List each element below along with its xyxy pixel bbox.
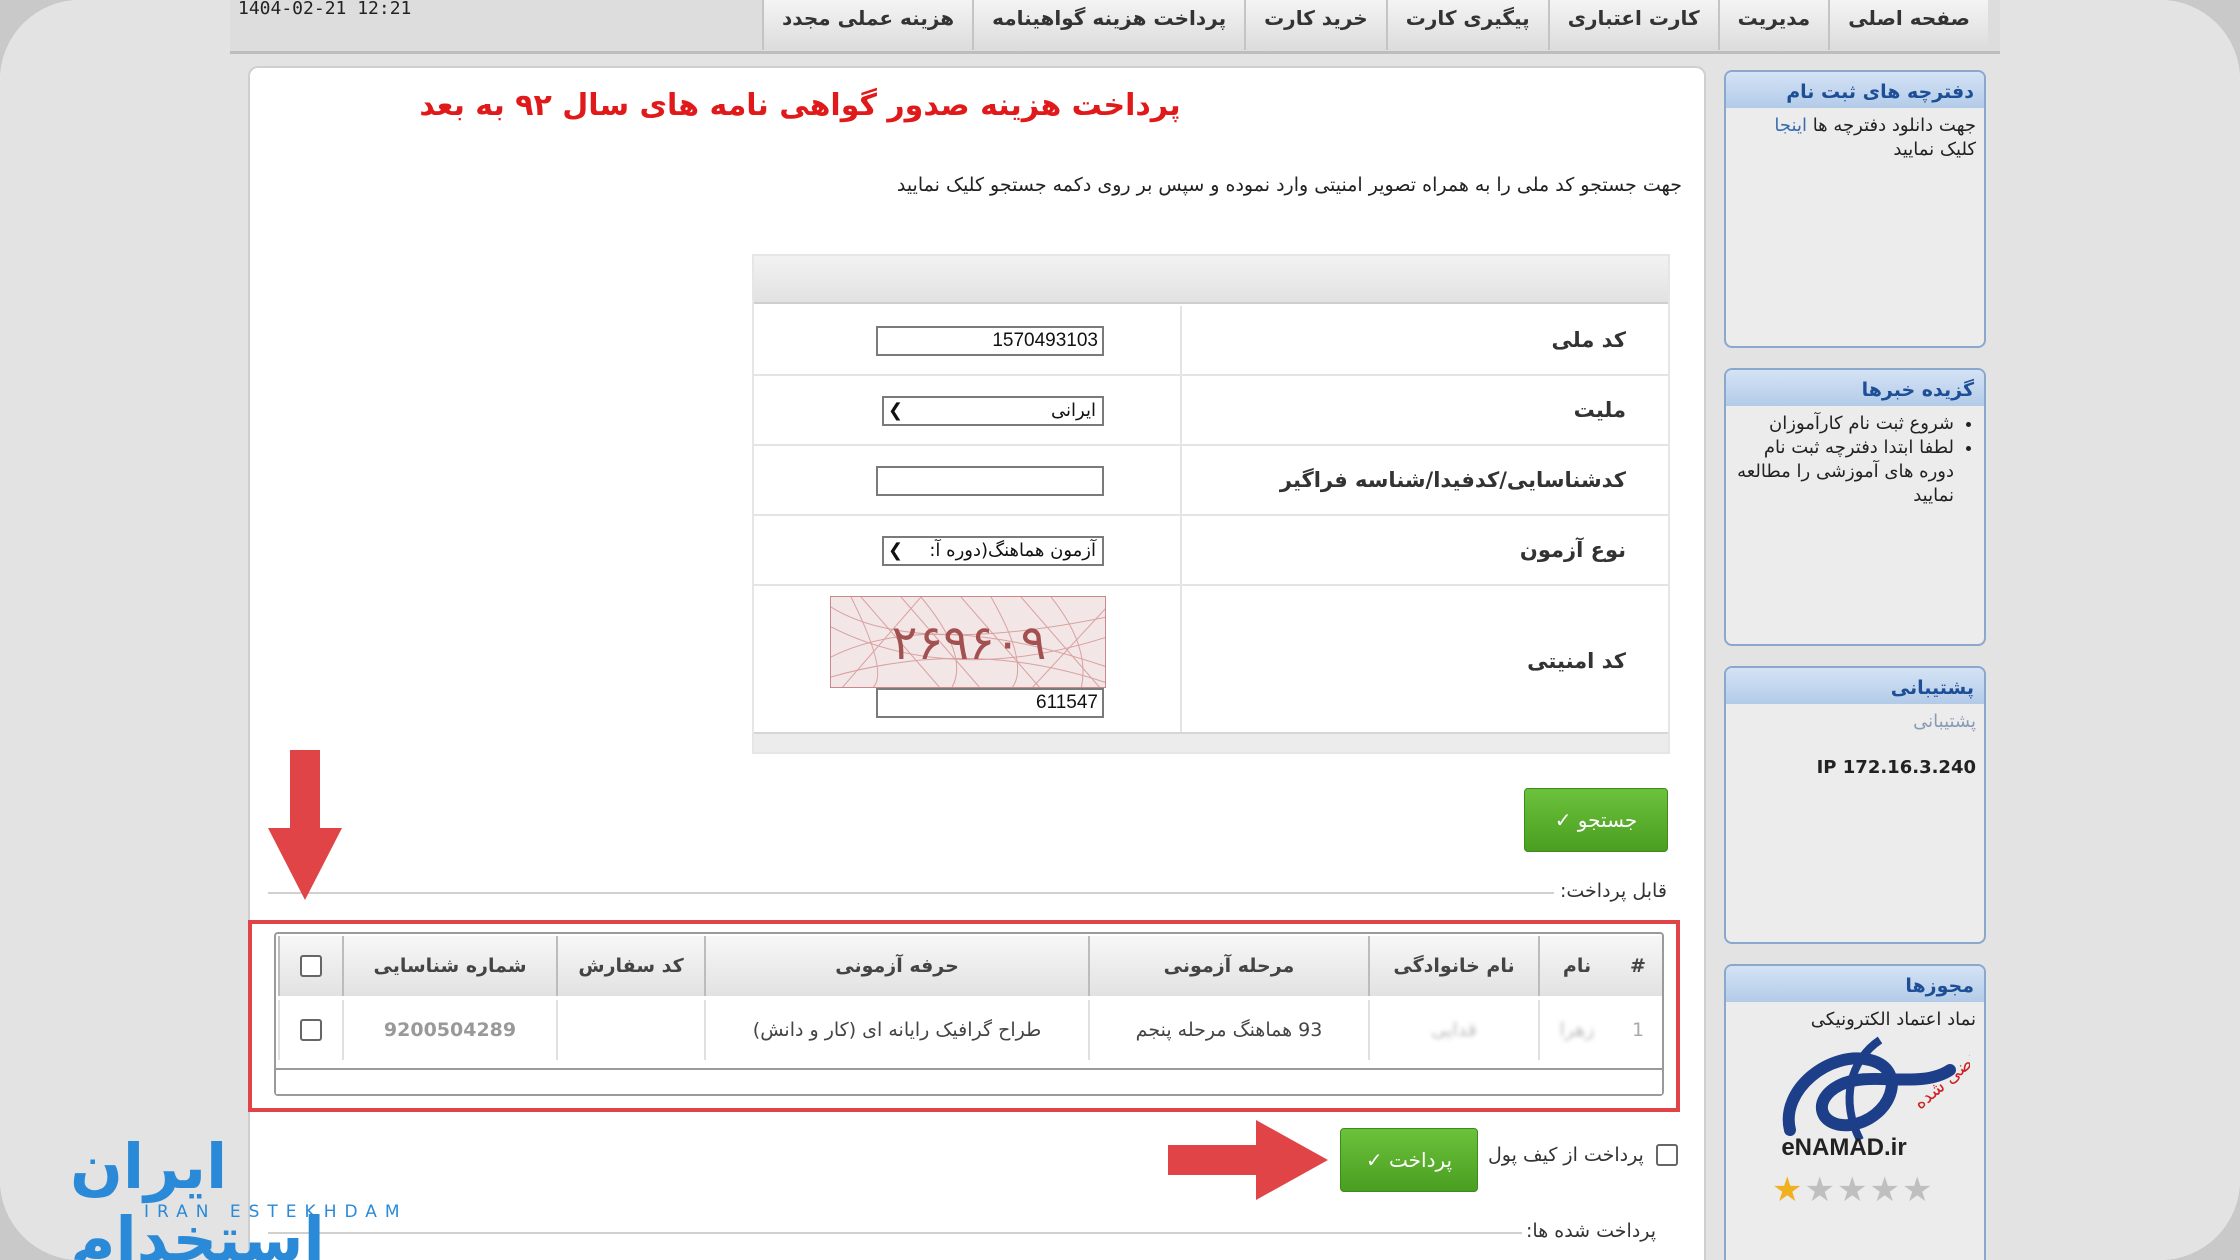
star-empty-icon: ★: [1804, 1170, 1837, 1210]
nationality-selected: ایرانی: [1051, 400, 1096, 421]
registration-text: جهت دانلود دفترچه ها: [1812, 115, 1976, 136]
support-title: پشتیبانی: [1726, 668, 1984, 704]
paid-label: پرداخت شده ها:: [1526, 1220, 1657, 1242]
wallet-checkbox[interactable]: [1655, 1144, 1678, 1166]
form-footer: [754, 732, 1668, 752]
watermark-logo: ایران استخدام IRAN ESTEKHDAM: [70, 1130, 490, 1260]
news-item[interactable]: لطفا ابتدا دفترچه ثبت نام دوره های آموزش…: [1734, 436, 1954, 508]
licenses-title: مجوزها: [1726, 966, 1984, 1002]
exam-type-selected: آزمون هماهنگ(دوره آ:: [929, 540, 1096, 561]
chevron-down-icon: ❯: [888, 540, 904, 561]
star-empty-icon: ★: [1836, 1170, 1870, 1210]
captcha-input[interactable]: 611547: [876, 688, 1104, 718]
search-instruction: جهت جستجو کد ملی را به همراه تصویر امنیت…: [896, 174, 1682, 196]
identifier-input[interactable]: [876, 466, 1104, 496]
nav-credit-card[interactable]: کارت اعتباری: [1547, 0, 1718, 50]
registration-title: دفترچه های ثبت نام: [1726, 72, 1984, 108]
enamad-text: eNAMAD.ir: [1781, 1134, 1907, 1161]
row-national-code: کد ملی 1570493103: [754, 306, 1668, 376]
watermark-sub-text: IRAN ESTEKHDAM: [144, 1202, 408, 1222]
enamad-logo-icon[interactable]: منقضی شده: [1770, 1030, 1970, 1150]
page-title: پرداخت هزینه صدور گواهی نامه های سال ۹۲ …: [419, 88, 1181, 123]
star-empty-icon: ★: [1901, 1170, 1935, 1210]
ip-address: IP 172.16.3.240: [1816, 757, 1976, 778]
search-button[interactable]: جستجو ✓: [1524, 788, 1668, 852]
sidebar-support-box: پشتیبانی پشتیبانی IP 172.16.3.240: [1724, 666, 1986, 944]
watermark-main-text: ایران استخدام: [70, 1130, 327, 1260]
registration-download-link[interactable]: اینجا: [1774, 115, 1807, 136]
row-captcha: کد امنیتی ۲۶۹۶۰۹ 611547: [754, 586, 1668, 736]
wallet-label: پرداخت از کیف پول: [1488, 1144, 1644, 1166]
news-body: شروع ثبت نام کارآموزان لطفا ابتدا دفترچه…: [1726, 406, 1984, 514]
screenshot-frame: 1404-02-21 12:21 صفحه اصلی مدیریت کارت ا…: [0, 0, 2240, 1260]
chevron-down-icon: ❯: [888, 400, 904, 421]
nav-buy-card[interactable]: خرید کارت: [1244, 0, 1386, 50]
support-link[interactable]: پشتیبانی: [1913, 711, 1976, 732]
sidebar-registration-box: دفترچه های ثبت نام جهت دانلود دفترچه ها …: [1724, 70, 1986, 348]
nav-home[interactable]: صفحه اصلی: [1828, 0, 1988, 50]
nav-management[interactable]: مدیریت: [1717, 0, 1829, 50]
form-header: [754, 256, 1668, 304]
nav-practical-fee[interactable]: هزینه عملی مجدد: [762, 0, 973, 50]
wallet-option: پرداخت از کیف پول: [1488, 1144, 1678, 1166]
registration-body: جهت دانلود دفترچه ها اینجا کلیک نمایید: [1726, 108, 1984, 168]
identifier-label: کدشناسایی/کدفیدا/شناسه فراگیر: [1180, 446, 1668, 514]
nav-certificate-fee[interactable]: پرداخت هزینه گواهینامه: [972, 0, 1245, 50]
browser-viewport: 1404-02-21 12:21 صفحه اصلی مدیریت کارت ا…: [0, 0, 2240, 1260]
nationality-label: ملیت: [1180, 376, 1668, 444]
news-item[interactable]: شروع ثبت نام کارآموزان: [1734, 412, 1954, 436]
star-filled-icon: ★: [1772, 1170, 1805, 1210]
news-title: گزیده خبرها: [1726, 370, 1984, 406]
captcha-image: ۲۶۹۶۰۹: [830, 596, 1106, 688]
top-navigation-bar: 1404-02-21 12:21 صفحه اصلی مدیریت کارت ا…: [230, 0, 2000, 54]
sidebar-news-box: گزیده خبرها شروع ثبت نام کارآموزان لطفا …: [1724, 368, 1986, 646]
exam-type-label: نوع آزمون: [1180, 516, 1668, 584]
row-nationality: ملیت ایرانی ❯: [754, 376, 1668, 446]
national-code-label: کد ملی: [1180, 306, 1668, 374]
licenses-text: نماد اعتماد الکترونیکی: [1810, 1009, 1976, 1030]
payable-section-divider: [268, 892, 1554, 894]
pay-button[interactable]: پرداخت ✓: [1340, 1128, 1478, 1192]
enamad-rating: ★★★★★: [1772, 1170, 1934, 1210]
star-empty-icon: ★: [1869, 1170, 1902, 1210]
annotation-arrow-down-icon: [268, 750, 342, 900]
registration-text-2: کلیک نمایید: [1893, 139, 1976, 160]
datetime-display: 1404-02-21 12:21: [238, 0, 412, 19]
captcha-label: کد امنیتی: [1180, 586, 1668, 736]
captcha-glyphs: ۲۶۹۶۰۹: [891, 615, 1047, 671]
main-nav: صفحه اصلی مدیریت کارت اعتباری پیگیری کار…: [762, 0, 1988, 50]
nav-track-card[interactable]: پیگیری کارت: [1385, 0, 1548, 50]
exam-type-select[interactable]: آزمون هماهنگ(دوره آ: ❯: [882, 536, 1104, 566]
sidebar-licenses-box: مجوزها نماد اعتماد الکترونیکی منقضی شده …: [1724, 964, 1986, 1260]
nationality-select[interactable]: ایرانی ❯: [882, 396, 1104, 426]
payable-label: قابل پرداخت:: [1560, 880, 1667, 902]
row-identifier: کدشناسایی/کدفیدا/شناسه فراگیر: [754, 446, 1668, 516]
row-exam-type: نوع آزمون آزمون هماهنگ(دوره آ: ❯: [754, 516, 1668, 586]
support-body: پشتیبانی IP 172.16.3.240: [1726, 704, 1984, 786]
national-code-input[interactable]: 1570493103: [876, 326, 1104, 356]
annotation-highlight-box: [248, 920, 1680, 1112]
annotation-arrow-right-icon: [1168, 1120, 1328, 1200]
search-form: کد ملی 1570493103 ملیت ایرانی ❯ کدشناسای…: [752, 254, 1670, 754]
